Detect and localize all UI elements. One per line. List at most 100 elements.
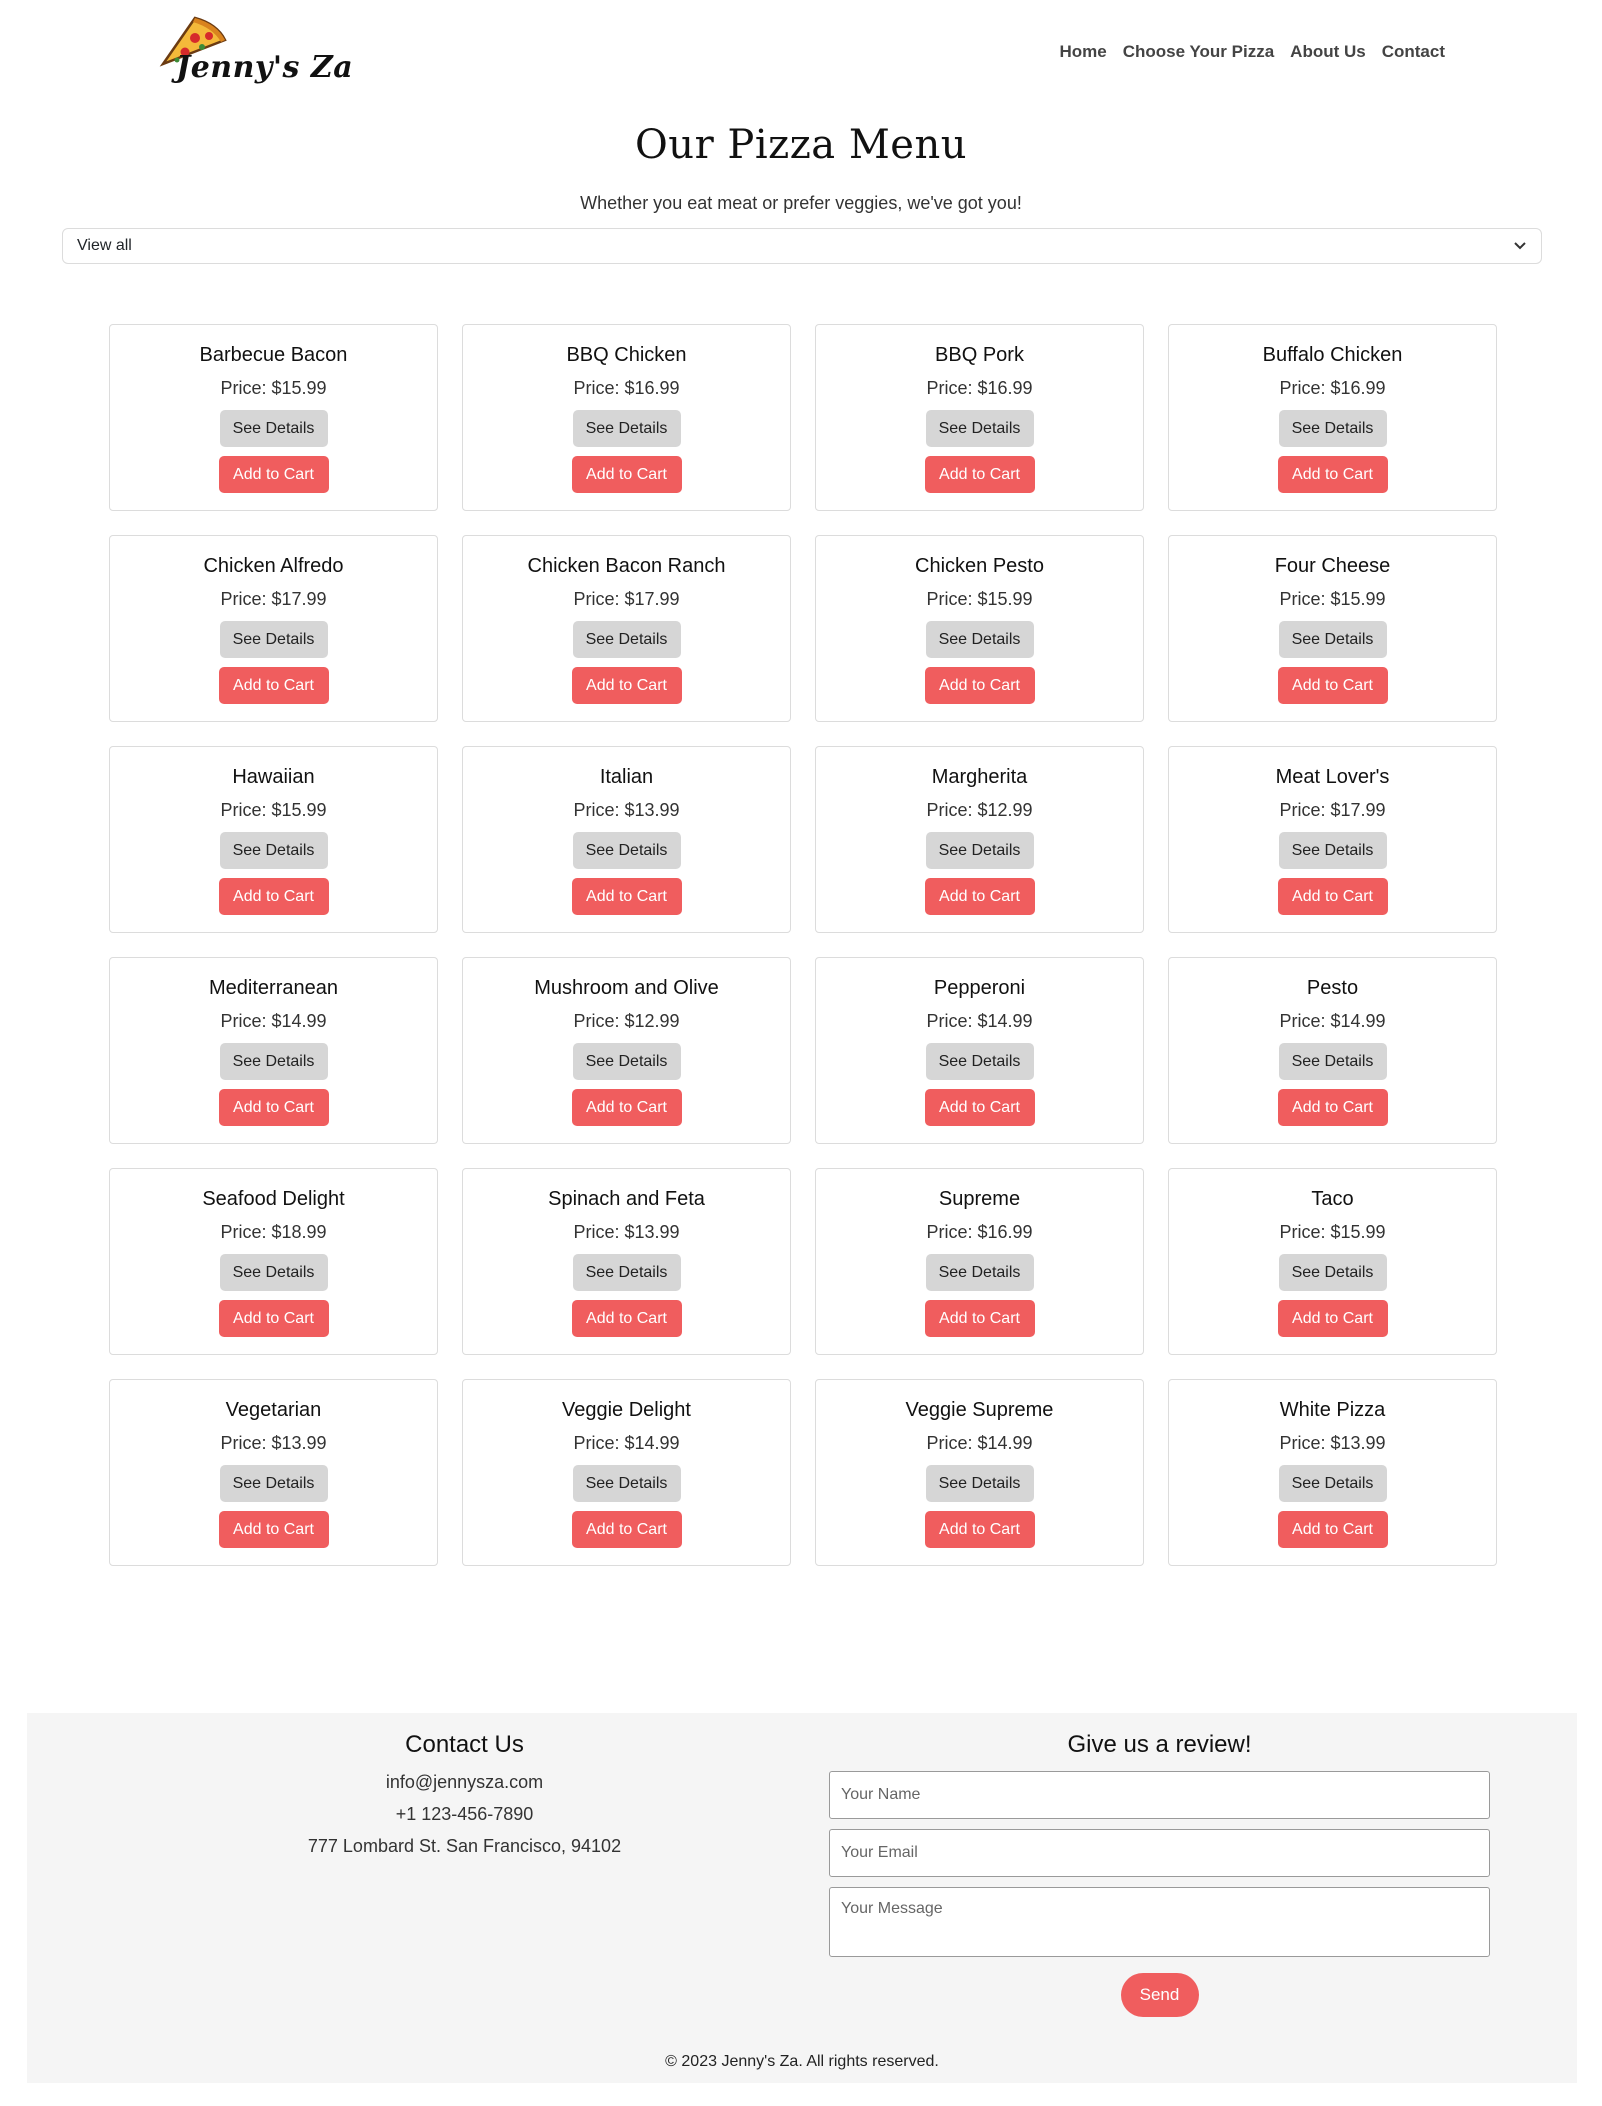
nav-about-us[interactable]: About Us: [1290, 42, 1366, 62]
pizza-name: Buffalo Chicken: [1262, 344, 1403, 366]
add-to-cart-button[interactable]: Add to Cart: [1277, 456, 1388, 493]
review-message-textarea[interactable]: [829, 1887, 1490, 1957]
pizza-price: Price: $14.99: [220, 1011, 327, 1031]
add-to-cart-button[interactable]: Add to Cart: [218, 1511, 329, 1548]
category-filter-select[interactable]: View all: [62, 228, 1542, 264]
see-details-button[interactable]: See Details: [572, 1465, 681, 1502]
add-to-cart-button[interactable]: Add to Cart: [218, 667, 329, 704]
pizza-name: Four Cheese: [1274, 555, 1391, 577]
see-details-button[interactable]: See Details: [1278, 832, 1387, 869]
see-details-button[interactable]: See Details: [925, 832, 1034, 869]
pizza-name: Supreme: [938, 1188, 1021, 1210]
add-to-cart-button[interactable]: Add to Cart: [1277, 1511, 1388, 1548]
contact-title: Contact Us: [405, 1731, 524, 1758]
see-details-button[interactable]: See Details: [925, 1465, 1034, 1502]
add-to-cart-button[interactable]: Add to Cart: [924, 1300, 1035, 1337]
pizza-price: Price: $13.99: [220, 1433, 327, 1453]
see-details-button[interactable]: See Details: [219, 1465, 328, 1502]
pizza-name: Chicken Pesto: [915, 555, 1044, 577]
review-email-input[interactable]: [829, 1829, 1490, 1877]
add-to-cart-button[interactable]: Add to Cart: [924, 456, 1035, 493]
pizza-card: Four Cheese Price: $15.99 See Details Add t…: [1168, 535, 1497, 722]
pizza-price: Price: $14.99: [926, 1433, 1033, 1453]
pizza-price: Price: $13.99: [1279, 1433, 1386, 1453]
see-details-button[interactable]: See Details: [1278, 1043, 1387, 1080]
pizza-name: Veggie Delight: [562, 1399, 691, 1421]
add-to-cart-button[interactable]: Add to Cart: [571, 1089, 682, 1126]
pizza-price: Price: $16.99: [926, 1222, 1033, 1242]
see-details-button[interactable]: See Details: [1278, 1254, 1387, 1291]
see-details-button[interactable]: See Details: [219, 410, 328, 447]
see-details-button[interactable]: See Details: [572, 1043, 681, 1080]
see-details-button[interactable]: See Details: [219, 832, 328, 869]
pizza-price: Price: $17.99: [220, 589, 327, 609]
see-details-button[interactable]: See Details: [925, 410, 1034, 447]
see-details-button[interactable]: See Details: [572, 1254, 681, 1291]
nav-home[interactable]: Home: [1059, 42, 1106, 62]
send-button[interactable]: Send: [1120, 1973, 1199, 2017]
add-to-cart-button[interactable]: Add to Cart: [218, 1300, 329, 1337]
pizza-name: Chicken Bacon Ranch: [527, 555, 726, 577]
add-to-cart-button[interactable]: Add to Cart: [218, 456, 329, 493]
pizza-price: Price: $15.99: [1279, 1222, 1386, 1242]
pizza-name: BBQ Pork: [935, 344, 1024, 366]
brand-name[interactable]: Jenny's Za: [176, 50, 353, 85]
pizza-name: Seafood Delight: [202, 1188, 345, 1210]
see-details-button[interactable]: See Details: [572, 410, 681, 447]
see-details-button[interactable]: See Details: [219, 1254, 328, 1291]
see-details-button[interactable]: See Details: [572, 832, 681, 869]
add-to-cart-button[interactable]: Add to Cart: [571, 1511, 682, 1548]
pizza-card: Seafood Delight Price: $18.99 See Details A…: [109, 1168, 438, 1355]
see-details-button[interactable]: See Details: [1278, 410, 1387, 447]
pizza-card: Italian Price: $13.99 See Details Add to Ca…: [462, 746, 791, 933]
contact-address: 777 Lombard St. San Francisco, 94102: [307, 1836, 622, 1856]
pizza-card: Mediterranean Price: $14.99 See Details Add…: [109, 957, 438, 1144]
see-details-button[interactable]: See Details: [925, 1254, 1034, 1291]
add-to-cart-button[interactable]: Add to Cart: [218, 1089, 329, 1126]
review-title: Give us a review!: [1067, 1731, 1252, 1758]
add-to-cart-button[interactable]: Add to Cart: [571, 456, 682, 493]
pizza-price: Price: $15.99: [220, 378, 327, 398]
pizza-price: Price: $13.99: [573, 1222, 680, 1242]
add-to-cart-button[interactable]: Add to Cart: [218, 878, 329, 915]
pizza-price: Price: $14.99: [573, 1433, 680, 1453]
contact-email: info@jennysza.com: [385, 1772, 544, 1792]
add-to-cart-button[interactable]: Add to Cart: [1277, 1300, 1388, 1337]
add-to-cart-button[interactable]: Add to Cart: [924, 878, 1035, 915]
add-to-cart-button[interactable]: Add to Cart: [571, 667, 682, 704]
pizza-price: Price: $16.99: [926, 378, 1033, 398]
page-subtitle: Whether you eat meat or prefer veggies, …: [580, 193, 1022, 213]
pizza-card: Veggie Supreme Price: $14.99 See Details Ad…: [815, 1379, 1144, 1566]
see-details-button[interactable]: See Details: [219, 621, 328, 658]
pizza-name: Barbecue Bacon: [199, 344, 348, 366]
see-details-button[interactable]: See Details: [925, 621, 1034, 658]
chevron-down-icon: [1513, 238, 1527, 254]
review-name-input[interactable]: [829, 1771, 1490, 1819]
pizza-grid: Barbecue Bacon Price: $15.99 See Details Ad…: [109, 324, 1497, 1566]
add-to-cart-button[interactable]: Add to Cart: [571, 878, 682, 915]
see-details-button[interactable]: See Details: [925, 1043, 1034, 1080]
add-to-cart-button[interactable]: Add to Cart: [1277, 667, 1388, 704]
nav-contact[interactable]: Contact: [1382, 42, 1445, 62]
pizza-card: Veggie Delight Price: $14.99 See Details Ad…: [462, 1379, 791, 1566]
pizza-card: Supreme Price: $16.99 See Details Add to Ca…: [815, 1168, 1144, 1355]
pizza-card: Vegetarian Price: $13.99 See Details Add to…: [109, 1379, 438, 1566]
see-details-button[interactable]: See Details: [572, 621, 681, 658]
pizza-card: BBQ Chicken Price: $16.99 See Details Add t…: [462, 324, 791, 511]
nav-choose-your-pizza[interactable]: Choose Your Pizza: [1123, 42, 1274, 62]
add-to-cart-button[interactable]: Add to Cart: [924, 1089, 1035, 1126]
pizza-card: Pesto Price: $14.99 See Details Add to Cart: [1168, 957, 1497, 1144]
pizza-name: Pesto: [1306, 977, 1359, 999]
pizza-name: Pepperoni: [933, 977, 1026, 999]
add-to-cart-button[interactable]: Add to Cart: [924, 667, 1035, 704]
pizza-price: Price: $13.99: [573, 800, 680, 820]
add-to-cart-button[interactable]: Add to Cart: [1277, 878, 1388, 915]
pizza-name: Meat Lover's: [1275, 766, 1390, 788]
see-details-button[interactable]: See Details: [1278, 1465, 1387, 1502]
contact-phone: +1 123-456-7890: [395, 1804, 534, 1824]
add-to-cart-button[interactable]: Add to Cart: [924, 1511, 1035, 1548]
add-to-cart-button[interactable]: Add to Cart: [1277, 1089, 1388, 1126]
see-details-button[interactable]: See Details: [1278, 621, 1387, 658]
add-to-cart-button[interactable]: Add to Cart: [571, 1300, 682, 1337]
see-details-button[interactable]: See Details: [219, 1043, 328, 1080]
